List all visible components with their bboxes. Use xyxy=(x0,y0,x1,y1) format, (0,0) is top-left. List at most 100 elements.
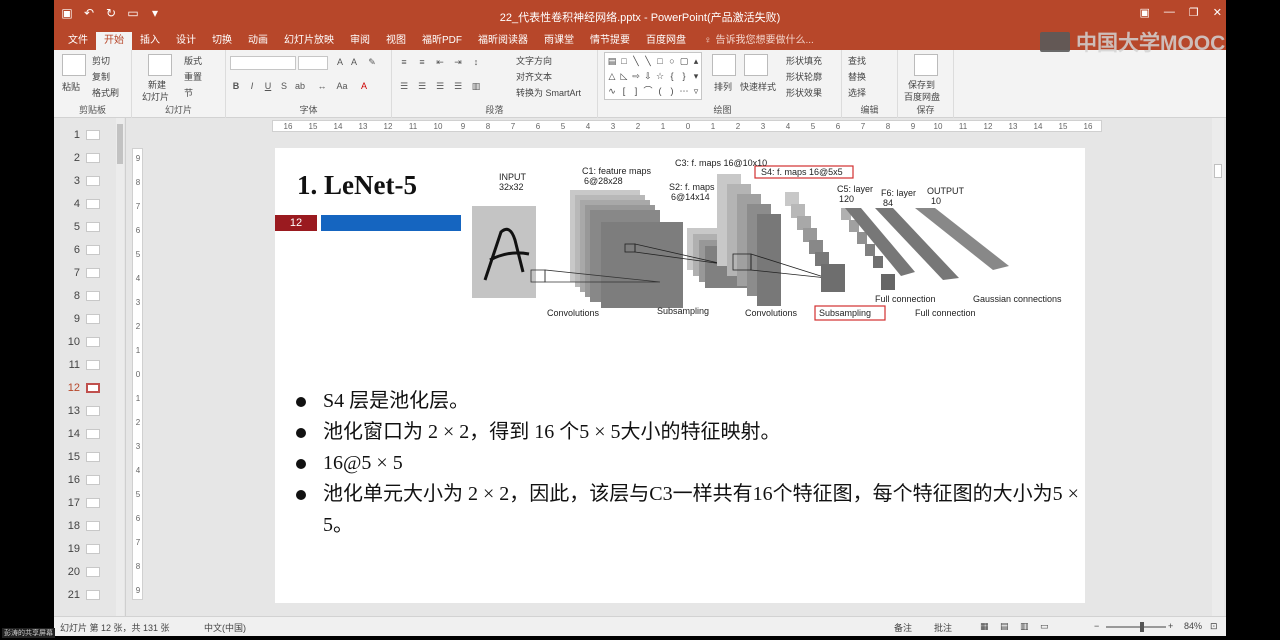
slide-thumbnail-preview[interactable] xyxy=(86,176,100,186)
shape-tri-icon[interactable]: △ xyxy=(606,69,618,84)
tab-storyboard[interactable]: 情节提要 xyxy=(582,32,638,50)
tab-transitions[interactable]: 切换 xyxy=(204,32,240,50)
shape-expand-icon[interactable]: ▿ xyxy=(690,84,702,99)
format-painter-button[interactable]: 格式刷 xyxy=(92,86,119,99)
slide-thumbnail-preview[interactable] xyxy=(86,268,100,278)
slide-thumbnail-preview[interactable] xyxy=(86,360,100,370)
shape-rrect-icon[interactable]: ▢ xyxy=(678,54,690,69)
replace-button[interactable]: 替换 xyxy=(848,70,866,83)
char-spacing-icon[interactable]: ↔ xyxy=(316,80,328,92)
tab-foxit-pdf[interactable]: 福昕PDF xyxy=(414,32,470,50)
fit-to-window-icon[interactable]: ⊡ xyxy=(1210,621,1218,632)
notes-button[interactable]: 备注 xyxy=(894,621,912,634)
baidu-netdisk-button[interactable]: 百度网盘 xyxy=(904,90,940,103)
shape-curve-icon[interactable]: ∿ xyxy=(606,84,618,99)
shape-curve2-icon[interactable]: ⌒ xyxy=(642,84,654,99)
slide-thumbnail-preview[interactable] xyxy=(86,498,100,508)
tab-file[interactable]: 文件 xyxy=(60,32,96,50)
shadow-icon[interactable]: S xyxy=(278,80,290,92)
slide-thumbnail-preview[interactable] xyxy=(86,222,100,232)
shape-star-icon[interactable]: ☆ xyxy=(654,69,666,84)
shape-paren-icon[interactable]: ( xyxy=(654,84,666,99)
paste-icon[interactable] xyxy=(62,54,86,76)
grow-font-icon[interactable]: A xyxy=(334,56,346,68)
shape-down-icon[interactable]: ▾ xyxy=(690,69,702,84)
ribbon-display-icon[interactable]: ▣ xyxy=(1140,6,1150,19)
shape-arrow2-icon[interactable]: ⇩ xyxy=(642,69,654,84)
shrink-font-icon[interactable]: A xyxy=(348,56,360,68)
thumbnails-scrollbar[interactable] xyxy=(116,118,124,616)
shapes-gallery[interactable]: ▤ □ ╲ ╲ □ ○ ▢ ▴ △ ◺ ⇨ ⇩ ☆ { } ▾ ∿ [ ] ⌒ xyxy=(604,52,702,100)
columns-icon[interactable]: ▥ xyxy=(470,80,482,92)
slideshow-view-icon[interactable]: ▭ xyxy=(1040,621,1049,632)
shape-textbox-icon[interactable]: ▤ xyxy=(606,54,618,69)
font-name-input[interactable] xyxy=(230,56,296,70)
close-icon[interactable]: ✕ xyxy=(1213,6,1222,19)
normal-view-icon[interactable]: ▦ xyxy=(980,621,989,632)
tell-me-box[interactable]: ♀ 告诉我您想要做什么... xyxy=(704,32,814,50)
section-button[interactable]: 节 xyxy=(184,86,193,99)
editor-scrollbar[interactable] xyxy=(1212,118,1224,616)
smartart-button[interactable]: 转换为 SmartArt xyxy=(516,86,581,99)
shape-fill-button[interactable]: 形状填充 xyxy=(786,54,822,67)
lenet5-diagram[interactable]: INPUT 32x32 C1: feature maps 6@28x28 C3:… xyxy=(465,152,1085,332)
zoom-out-icon[interactable]: − xyxy=(1094,621,1099,631)
increase-indent-icon[interactable]: ⇥ xyxy=(452,56,464,68)
paste-button[interactable]: 粘贴 xyxy=(62,80,80,93)
tab-baidu-netdisk[interactable]: 百度网盘 xyxy=(638,32,694,50)
slide-canvas[interactable]: 1. LeNet-5 12 INPUT 32x32 C1: feature ma… xyxy=(275,148,1085,603)
shape-bracket2-icon[interactable]: ] xyxy=(630,84,642,99)
slide-thumbnail-preview[interactable] xyxy=(86,130,100,140)
find-button[interactable]: 查找 xyxy=(848,54,866,67)
shape-line-icon[interactable]: ╲ xyxy=(630,54,642,69)
tab-home[interactable]: 开始 xyxy=(96,32,132,50)
shape-arrow-icon[interactable]: ⇨ xyxy=(630,69,642,84)
shape-more-icon[interactable]: ▴ xyxy=(690,54,702,69)
tab-rain-classroom[interactable]: 雨课堂 xyxy=(536,32,582,50)
shape-oval-icon[interactable]: ○ xyxy=(666,54,678,69)
strikethrough-icon[interactable]: ab xyxy=(294,80,306,92)
font-size-input[interactable] xyxy=(298,56,328,70)
baidu-netdisk-icon[interactable] xyxy=(914,54,938,76)
justify-icon[interactable]: ☰ xyxy=(452,80,464,92)
slide-thumbnail-preview[interactable] xyxy=(86,567,100,577)
quick-styles-icon[interactable] xyxy=(744,54,768,76)
shape-dot-icon[interactable]: ⋯ xyxy=(678,84,690,99)
new-slide-button-line2[interactable]: 幻灯片 xyxy=(142,90,169,103)
thumbnails-scroll-thumb[interactable] xyxy=(117,124,123,164)
cut-button[interactable]: 剪切 xyxy=(92,54,110,67)
slide-thumbnail-preview[interactable] xyxy=(86,452,100,462)
tab-view[interactable]: 视图 xyxy=(378,32,414,50)
zoom-slider[interactable] xyxy=(1106,622,1166,632)
shape-effects-button[interactable]: 形状效果 xyxy=(786,86,822,99)
underline-icon[interactable]: U xyxy=(262,80,274,92)
arrange-icon[interactable] xyxy=(712,54,736,76)
italic-icon[interactable]: I xyxy=(246,80,258,92)
align-text-button[interactable]: 对齐文本 xyxy=(516,70,552,83)
select-button[interactable]: 选择 xyxy=(848,86,866,99)
copy-button[interactable]: 复制 xyxy=(92,70,110,83)
zoom-level[interactable]: 84% xyxy=(1184,621,1202,631)
zoom-in-icon[interactable]: + xyxy=(1168,621,1173,631)
new-slide-icon[interactable] xyxy=(148,54,172,76)
numbering-icon[interactable]: ≡ xyxy=(416,56,428,68)
tab-insert[interactable]: 插入 xyxy=(132,32,168,50)
layout-button[interactable]: 版式 xyxy=(184,54,202,67)
slide-thumbnail-preview[interactable] xyxy=(86,153,100,163)
tab-review[interactable]: 审阅 xyxy=(342,32,378,50)
shape-rect-icon[interactable]: □ xyxy=(618,54,630,69)
slide-thumbnail-preview[interactable] xyxy=(86,291,100,301)
text-direction-button[interactable]: 文字方向 xyxy=(516,54,552,67)
restore-icon[interactable]: ❐ xyxy=(1189,6,1199,19)
slide-sorter-icon[interactable]: ▤ xyxy=(1000,621,1009,632)
slide-title[interactable]: 1. LeNet-5 xyxy=(297,170,417,201)
quick-styles-button[interactable]: 快速样式 xyxy=(740,80,776,93)
shape-outline-button[interactable]: 形状轮廓 xyxy=(786,70,822,83)
slide-thumbnail-preview[interactable] xyxy=(86,314,100,324)
bullet-list[interactable]: S4 层是池化层。 池化窗口为 2 × 2，得到 16 个5 × 5大小的特征映… xyxy=(293,386,1083,541)
slide-thumbnail-preview[interactable] xyxy=(86,429,100,439)
slide-thumbnail-preview[interactable] xyxy=(86,590,100,600)
shape-tri2-icon[interactable]: ◺ xyxy=(618,69,630,84)
line-spacing-icon[interactable]: ↕ xyxy=(470,56,482,68)
align-center-icon[interactable]: ☰ xyxy=(416,80,428,92)
